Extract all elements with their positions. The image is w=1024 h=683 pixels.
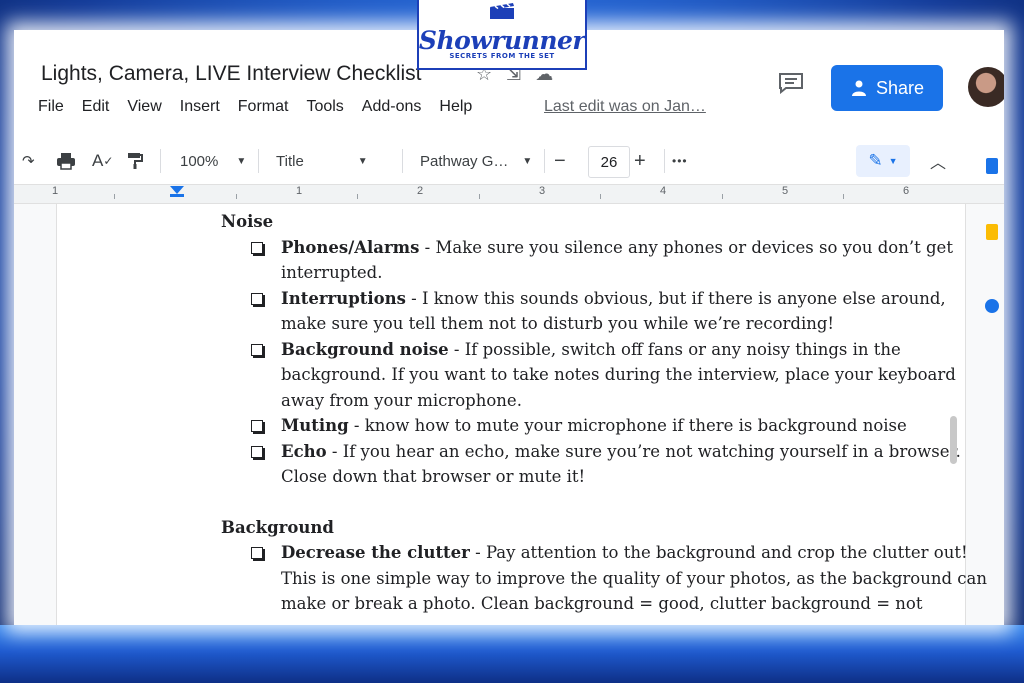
document-canvas: Noise Phones/Alarms - Make sure you sile… xyxy=(14,204,1004,625)
section-heading-noise: Noise xyxy=(221,212,274,231)
calendar-icon[interactable] xyxy=(986,158,998,174)
document-body[interactable]: Noise Phones/Alarms - Make sure you sile… xyxy=(221,209,991,617)
ruler-number: 2 xyxy=(417,185,424,197)
item-text: - know how to mute your microphone if th… xyxy=(348,416,907,435)
more-options-button[interactable]: ••• xyxy=(672,138,688,184)
checkbox-icon[interactable] xyxy=(251,241,263,254)
checkbox-icon[interactable] xyxy=(251,420,263,432)
ruler-number: 1 xyxy=(296,185,303,197)
print-icon[interactable] xyxy=(56,138,76,184)
paint-format-icon[interactable] xyxy=(126,138,144,184)
decrease-font-size-button[interactable]: − xyxy=(554,138,566,184)
toolbar-divider xyxy=(544,149,545,173)
menu-format[interactable]: Format xyxy=(238,98,289,116)
checkbox-icon[interactable] xyxy=(251,343,263,356)
ruler-tick xyxy=(114,194,115,199)
redo-icon[interactable]: ↷ xyxy=(22,138,35,184)
lock-person-icon xyxy=(851,80,866,96)
ruler-tick xyxy=(479,194,480,199)
share-button[interactable]: Share xyxy=(831,65,943,111)
toolbar-divider xyxy=(402,149,403,173)
toolbar-divider xyxy=(258,149,259,173)
logo-wordmark: Showrunner xyxy=(418,26,586,55)
ruler-number: 5 xyxy=(782,185,789,197)
ruler-tick xyxy=(600,194,601,199)
toolbar-divider xyxy=(664,149,665,173)
style-select[interactable]: Title ▼ xyxy=(276,138,368,184)
ruler-number: 4 xyxy=(660,185,667,197)
comment-history-icon[interactable] xyxy=(778,72,804,94)
item-label: Phones/Alarms xyxy=(281,237,420,257)
zoom-select[interactable]: 100% ▼ xyxy=(180,138,246,184)
side-panel-icons xyxy=(985,158,999,313)
avatar[interactable] xyxy=(968,67,1004,107)
ruler-tick xyxy=(236,194,237,199)
first-line-indent-marker[interactable] xyxy=(170,194,184,197)
item-label: Interruptions xyxy=(281,288,406,308)
menu-help[interactable]: Help xyxy=(439,98,472,116)
menu-addons[interactable]: Add-ons xyxy=(362,98,422,116)
share-label: Share xyxy=(875,77,925,98)
checklist-item: Echo - If you hear an echo, make sure yo… xyxy=(221,439,991,490)
font-size-input[interactable]: 26 xyxy=(588,146,630,178)
background-bottom xyxy=(0,625,1024,683)
showrunner-logo: Showrunner SECRETS FROM THE SET xyxy=(417,0,587,70)
zoom-value: 100% xyxy=(180,152,219,170)
checklist-item: Background noise - If possible, switch o… xyxy=(221,337,991,414)
checklist-item: Muting - know how to mute your microphon… xyxy=(221,413,991,439)
checkbox-icon[interactable] xyxy=(251,292,263,305)
menu-bar: File Edit View Insert Format Tools Add-o… xyxy=(38,98,490,116)
checkbox-icon[interactable] xyxy=(251,445,263,458)
keep-icon[interactable] xyxy=(986,224,998,240)
toolbar: ↷ A ✓ 100% ▼ Title ▼ Pathway G… ▼ − 26 + … xyxy=(14,138,1004,185)
chevron-down-icon: ▼ xyxy=(522,155,533,167)
section-heading-background: Background xyxy=(221,517,334,537)
docs-window: Lights, Camera, LIVE Interview Checklist… xyxy=(14,30,1004,625)
document-page[interactable]: Noise Phones/Alarms - Make sure you sile… xyxy=(56,204,987,625)
indent-marker[interactable] xyxy=(170,186,184,194)
item-label: Echo xyxy=(281,441,327,461)
ruler-number: 6 xyxy=(903,185,910,197)
item-label: Background noise xyxy=(281,339,449,359)
menu-view[interactable]: View xyxy=(127,98,161,116)
last-edit-link[interactable]: Last edit was on Jan… xyxy=(544,98,706,116)
menu-edit[interactable]: Edit xyxy=(82,98,110,116)
tasks-icon[interactable] xyxy=(985,299,999,313)
editing-mode-button[interactable]: ✎ ▼ xyxy=(856,145,910,177)
ruler-tick xyxy=(357,194,358,199)
ruler[interactable]: 1 1 2 3 4 5 6 xyxy=(14,185,1004,204)
logo-tagline: SECRETS FROM THE SET xyxy=(449,52,555,60)
font-value: Pathway G… xyxy=(420,152,509,170)
checklist-item: Phones/Alarms - Make sure you silence an… xyxy=(221,235,991,286)
pencil-icon: ✎ xyxy=(868,151,883,170)
ruler-number: 3 xyxy=(539,185,546,197)
item-text: - If you hear an echo, make sure you’re … xyxy=(281,441,961,487)
menu-tools[interactable]: Tools xyxy=(306,98,343,116)
chevron-up-icon[interactable]: ︿ xyxy=(930,138,946,184)
item-label: Muting xyxy=(281,416,349,435)
document-title[interactable]: Lights, Camera, LIVE Interview Checklist xyxy=(41,62,421,86)
ruler-number: 1 xyxy=(52,185,59,197)
toolbar-divider xyxy=(160,149,161,173)
checkbox-icon[interactable] xyxy=(251,547,263,559)
spellcheck-icon[interactable]: A ✓ xyxy=(92,138,113,184)
font-select[interactable]: Pathway G… ▼ xyxy=(420,138,532,184)
chevron-down-icon: ▼ xyxy=(888,156,898,166)
item-label: Decrease the clutter xyxy=(281,543,470,562)
increase-font-size-button[interactable]: + xyxy=(634,138,646,184)
vertical-scrollbar[interactable] xyxy=(950,416,957,464)
checklist-item: Interruptions - I know this sounds obvio… xyxy=(221,286,991,337)
menu-file[interactable]: File xyxy=(38,98,64,116)
clapperboard-icon xyxy=(490,3,514,19)
menu-insert[interactable]: Insert xyxy=(180,98,220,116)
style-value: Title xyxy=(276,152,304,170)
chevron-down-icon: ▼ xyxy=(236,155,247,167)
ruler-tick xyxy=(722,194,723,199)
chevron-down-icon: ▼ xyxy=(357,155,368,167)
ruler-tick xyxy=(843,194,844,199)
checklist-item: Decrease the clutter - Pay attention to … xyxy=(221,540,991,617)
